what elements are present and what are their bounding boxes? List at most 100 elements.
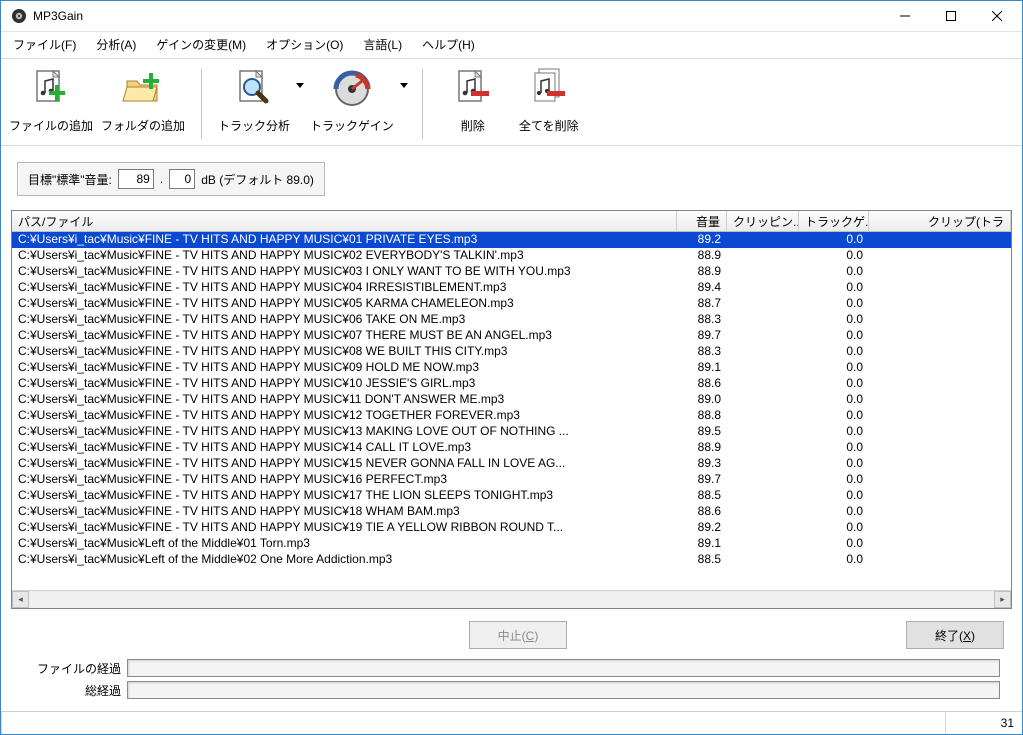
cell-cliptrack bbox=[869, 264, 1011, 280]
cell-clipping bbox=[727, 248, 799, 264]
add-file-label: ファイルの追加 bbox=[9, 117, 93, 134]
cell-trackgain: 0.0 bbox=[799, 504, 869, 520]
window-title: MP3Gain bbox=[33, 9, 83, 23]
cell-path: C:¥Users¥i_tac¥Music¥Left of the Middle¥… bbox=[12, 552, 677, 568]
delete-all-label: 全てを削除 bbox=[519, 117, 579, 134]
delete-button[interactable]: 削除 bbox=[435, 65, 511, 134]
table-row[interactable]: C:¥Users¥i_tac¥Music¥Left of the Middle¥… bbox=[12, 552, 1011, 568]
cell-trackgain: 0.0 bbox=[799, 488, 869, 504]
cell-volume: 88.6 bbox=[677, 504, 727, 520]
exit-label: 終了(X) bbox=[935, 627, 975, 644]
table-row[interactable]: C:¥Users¥i_tac¥Music¥Left of the Middle¥… bbox=[12, 536, 1011, 552]
minimize-button[interactable] bbox=[882, 1, 928, 31]
maximize-button[interactable] bbox=[928, 1, 974, 31]
cell-clipping bbox=[727, 504, 799, 520]
table-row[interactable]: C:¥Users¥i_tac¥Music¥FINE - TV HITS AND … bbox=[12, 328, 1011, 344]
add-folder-label: フォルダの追加 bbox=[101, 117, 185, 134]
menubar: ファイル(F) 分析(A) ゲインの変更(M) オプション(O) 言語(L) ヘ… bbox=[1, 32, 1022, 59]
table-row[interactable]: C:¥Users¥i_tac¥Music¥FINE - TV HITS AND … bbox=[12, 504, 1011, 520]
table-row[interactable]: C:¥Users¥i_tac¥Music¥FINE - TV HITS AND … bbox=[12, 520, 1011, 536]
add-file-button[interactable]: ファイルの追加 bbox=[5, 65, 97, 134]
table-row[interactable]: C:¥Users¥i_tac¥Music¥FINE - TV HITS AND … bbox=[12, 408, 1011, 424]
cell-path: C:¥Users¥i_tac¥Music¥FINE - TV HITS AND … bbox=[12, 360, 677, 376]
table-row[interactable]: C:¥Users¥i_tac¥Music¥FINE - TV HITS AND … bbox=[12, 296, 1011, 312]
cell-cliptrack bbox=[869, 280, 1011, 296]
table-row[interactable]: C:¥Users¥i_tac¥Music¥FINE - TV HITS AND … bbox=[12, 264, 1011, 280]
cell-path: C:¥Users¥i_tac¥Music¥FINE - TV HITS AND … bbox=[12, 456, 677, 472]
exit-button[interactable]: 終了(X) bbox=[906, 621, 1004, 649]
track-gain-button[interactable]: トラックゲイン bbox=[306, 65, 398, 134]
track-analyze-label: トラック分析 bbox=[218, 117, 290, 134]
col-volume[interactable]: 音量 bbox=[677, 211, 727, 231]
file-list-body[interactable]: C:¥Users¥i_tac¥Music¥FINE - TV HITS AND … bbox=[12, 232, 1011, 590]
cell-cliptrack bbox=[869, 424, 1011, 440]
stop-label: 中止(C) bbox=[498, 627, 539, 644]
add-folder-button[interactable]: フォルダの追加 bbox=[97, 65, 189, 134]
col-path[interactable]: パス/ファイル bbox=[12, 211, 677, 231]
table-row[interactable]: C:¥Users¥i_tac¥Music¥FINE - TV HITS AND … bbox=[12, 424, 1011, 440]
table-row[interactable]: C:¥Users¥i_tac¥Music¥FINE - TV HITS AND … bbox=[12, 472, 1011, 488]
cell-trackgain: 0.0 bbox=[799, 536, 869, 552]
cell-trackgain: 0.0 bbox=[799, 328, 869, 344]
delete-label: 削除 bbox=[461, 117, 485, 134]
cell-volume: 88.9 bbox=[677, 440, 727, 456]
delete-all-button[interactable]: 全てを削除 bbox=[511, 65, 587, 134]
cell-clipping bbox=[727, 328, 799, 344]
folder-add-icon bbox=[121, 67, 165, 111]
table-row[interactable]: C:¥Users¥i_tac¥Music¥FINE - TV HITS AND … bbox=[12, 248, 1011, 264]
track-analyze-button[interactable]: トラック分析 bbox=[214, 65, 294, 134]
cell-path: C:¥Users¥i_tac¥Music¥FINE - TV HITS AND … bbox=[12, 248, 677, 264]
target-volume-dec[interactable] bbox=[169, 169, 195, 189]
cell-trackgain: 0.0 bbox=[799, 424, 869, 440]
table-row[interactable]: C:¥Users¥i_tac¥Music¥FINE - TV HITS AND … bbox=[12, 392, 1011, 408]
gauge-icon bbox=[330, 67, 374, 111]
target-volume-label: 目標"標準"音量: bbox=[28, 171, 112, 188]
cell-volume: 88.7 bbox=[677, 296, 727, 312]
table-row[interactable]: C:¥Users¥i_tac¥Music¥FINE - TV HITS AND … bbox=[12, 456, 1011, 472]
target-volume-suffix: dB (デフォルト 89.0) bbox=[201, 171, 314, 188]
cell-volume: 88.5 bbox=[677, 488, 727, 504]
target-volume-int[interactable] bbox=[118, 169, 154, 189]
file-progress-bar bbox=[127, 659, 1000, 677]
cell-volume: 89.0 bbox=[677, 392, 727, 408]
stop-button[interactable]: 中止(C) bbox=[469, 621, 567, 649]
scroll-right-icon[interactable]: ▸ bbox=[994, 591, 1011, 608]
table-row[interactable]: C:¥Users¥i_tac¥Music¥FINE - TV HITS AND … bbox=[12, 440, 1011, 456]
close-button[interactable] bbox=[974, 1, 1020, 31]
music-file-remove-icon bbox=[451, 67, 495, 111]
cell-volume: 89.1 bbox=[677, 536, 727, 552]
cell-clipping bbox=[727, 456, 799, 472]
scroll-left-icon[interactable]: ◂ bbox=[12, 591, 29, 608]
menu-help[interactable]: ヘルプ(H) bbox=[414, 34, 483, 54]
track-analyze-dropdown[interactable] bbox=[294, 83, 306, 88]
cell-cliptrack bbox=[869, 408, 1011, 424]
table-row[interactable]: C:¥Users¥i_tac¥Music¥FINE - TV HITS AND … bbox=[12, 360, 1011, 376]
table-row[interactable]: C:¥Users¥i_tac¥Music¥FINE - TV HITS AND … bbox=[12, 376, 1011, 392]
table-row[interactable]: C:¥Users¥i_tac¥Music¥FINE - TV HITS AND … bbox=[12, 488, 1011, 504]
table-row[interactable]: C:¥Users¥i_tac¥Music¥FINE - TV HITS AND … bbox=[12, 280, 1011, 296]
table-row[interactable]: C:¥Users¥i_tac¥Music¥FINE - TV HITS AND … bbox=[12, 232, 1011, 248]
col-trackgain[interactable]: トラックゲ... bbox=[799, 211, 869, 231]
menu-gain[interactable]: ゲインの変更(M) bbox=[148, 34, 254, 54]
track-gain-label: トラックゲイン bbox=[310, 117, 394, 134]
horizontal-scrollbar[interactable]: ◂ ▸ bbox=[12, 590, 1011, 608]
table-row[interactable]: C:¥Users¥i_tac¥Music¥FINE - TV HITS AND … bbox=[12, 344, 1011, 360]
menu-language[interactable]: 言語(L) bbox=[355, 34, 410, 54]
col-clipping[interactable]: クリッピン... bbox=[727, 211, 799, 231]
menu-options[interactable]: オプション(O) bbox=[258, 34, 351, 54]
cell-path: C:¥Users¥i_tac¥Music¥FINE - TV HITS AND … bbox=[12, 488, 677, 504]
menu-file[interactable]: ファイル(F) bbox=[5, 34, 84, 54]
file-list: パス/ファイル 音量 クリッピン... トラックゲ... クリップ(トラ C:¥… bbox=[11, 210, 1012, 609]
cell-clipping bbox=[727, 424, 799, 440]
cell-clipping bbox=[727, 440, 799, 456]
track-gain-dropdown[interactable] bbox=[398, 83, 410, 88]
cell-trackgain: 0.0 bbox=[799, 344, 869, 360]
table-row[interactable]: C:¥Users¥i_tac¥Music¥FINE - TV HITS AND … bbox=[12, 312, 1011, 328]
cell-cliptrack bbox=[869, 344, 1011, 360]
cell-clipping bbox=[727, 520, 799, 536]
menu-analyze[interactable]: 分析(A) bbox=[88, 34, 144, 54]
cell-volume: 89.5 bbox=[677, 424, 727, 440]
cell-volume: 89.7 bbox=[677, 472, 727, 488]
col-cliptrack[interactable]: クリップ(トラ bbox=[869, 211, 1011, 231]
cell-trackgain: 0.0 bbox=[799, 232, 869, 248]
